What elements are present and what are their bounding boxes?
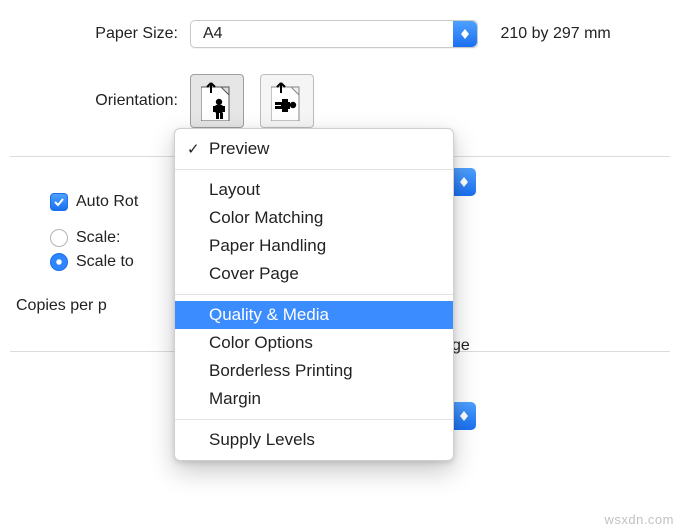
portrait-icon (201, 81, 233, 121)
menu-item-color-options[interactable]: Color Options (175, 329, 453, 357)
menu-item-borderless[interactable]: Borderless Printing (175, 357, 453, 385)
menu-item-supply-levels[interactable]: Supply Levels (175, 426, 453, 454)
orientation-portrait-button[interactable] (190, 74, 244, 128)
scale-label: Scale: (76, 229, 120, 247)
preview-select-stepper[interactable] (452, 168, 476, 196)
auto-rotate-label: Auto Rot (76, 193, 138, 211)
menu-separator (175, 169, 453, 170)
check-icon (53, 196, 65, 208)
paper-size-row: Paper Size: A4 210 by 297 mm (0, 14, 680, 54)
copies-label: Copies per p (16, 297, 107, 314)
menu-separator (175, 419, 453, 420)
paper-size-value: A4 (203, 25, 223, 43)
menu-separator (175, 294, 453, 295)
menu-item-cover-page[interactable]: Cover Page (175, 260, 453, 288)
orientation-label: Orientation: (0, 92, 190, 110)
paper-size-label: Paper Size: (0, 25, 190, 43)
menu-item-paper-handling[interactable]: Paper Handling (175, 232, 453, 260)
menu-item-layout[interactable]: Layout (175, 176, 453, 204)
scale-radio[interactable] (50, 229, 68, 247)
landscape-icon (271, 81, 303, 121)
menu-item-quality-media[interactable]: Quality & Media (175, 301, 453, 329)
orientation-row: Orientation: (0, 68, 680, 134)
print-options-menu: Preview Layout Color Matching Paper Hand… (174, 128, 454, 461)
paper-size-stepper[interactable] (453, 21, 477, 47)
menu-item-preview[interactable]: Preview (175, 135, 453, 163)
auto-rotate-checkbox[interactable] (50, 193, 68, 211)
paper-size-select[interactable]: A4 (190, 20, 478, 48)
paper-size-dimensions: 210 by 297 mm (500, 25, 610, 42)
scale-to-label: Scale to (76, 253, 134, 271)
scale-to-label-tail: ge (452, 337, 470, 355)
orientation-landscape-button[interactable] (260, 74, 314, 128)
menu-item-margin[interactable]: Margin (175, 385, 453, 413)
copies-select-stepper[interactable] (452, 402, 476, 430)
watermark: wsxdn.com (604, 512, 674, 527)
scale-to-radio[interactable] (50, 253, 68, 271)
menu-item-color-matching[interactable]: Color Matching (175, 204, 453, 232)
